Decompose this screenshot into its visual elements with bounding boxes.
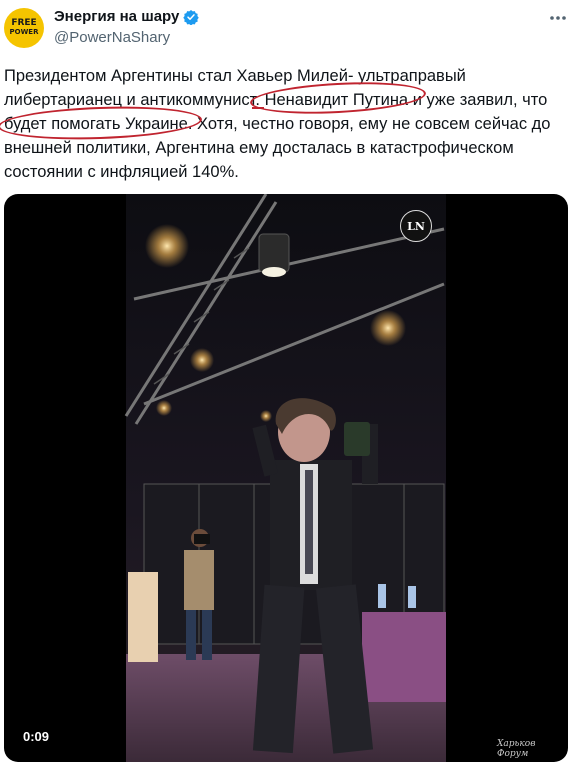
author-avatar[interactable]: FREE POWER [4, 8, 44, 48]
annotation-underline [252, 107, 264, 109]
verified-badge-icon [183, 9, 200, 25]
tweet-line: состоянии с инфляцией 140%. [4, 163, 239, 181]
author-name[interactable]: Энергия на шару [54, 8, 179, 25]
watermark-text: Харьков Форум [497, 739, 536, 759]
tweet-line: либертарианец и антикоммунист. Ненавидит… [4, 91, 548, 109]
tweet-line: внешней политики, Аргентина ему досталас… [4, 139, 514, 157]
more-options-icon[interactable] [548, 10, 568, 26]
video-player[interactable]: LN 0:09 Харьков Форум [4, 194, 568, 762]
video-frame [124, 194, 446, 762]
video-timestamp: 0:09 [18, 727, 55, 746]
tweet-text: Президентом Аргентины стал Хавьер Милей-… [4, 64, 564, 184]
tweet-line: будет помогать Украине. Хотя, честно гов… [4, 115, 551, 133]
author-handle[interactable]: @PowerNaShary [54, 29, 170, 46]
avatar-line-2: POWER [9, 28, 39, 36]
avatar-line-1: FREE [11, 18, 37, 28]
author-name-row: Энергия на шару [54, 8, 200, 25]
channel-logo: LN [400, 210, 432, 242]
tweet-line: Президентом Аргентины стал Хавьер Милей-… [4, 67, 466, 85]
